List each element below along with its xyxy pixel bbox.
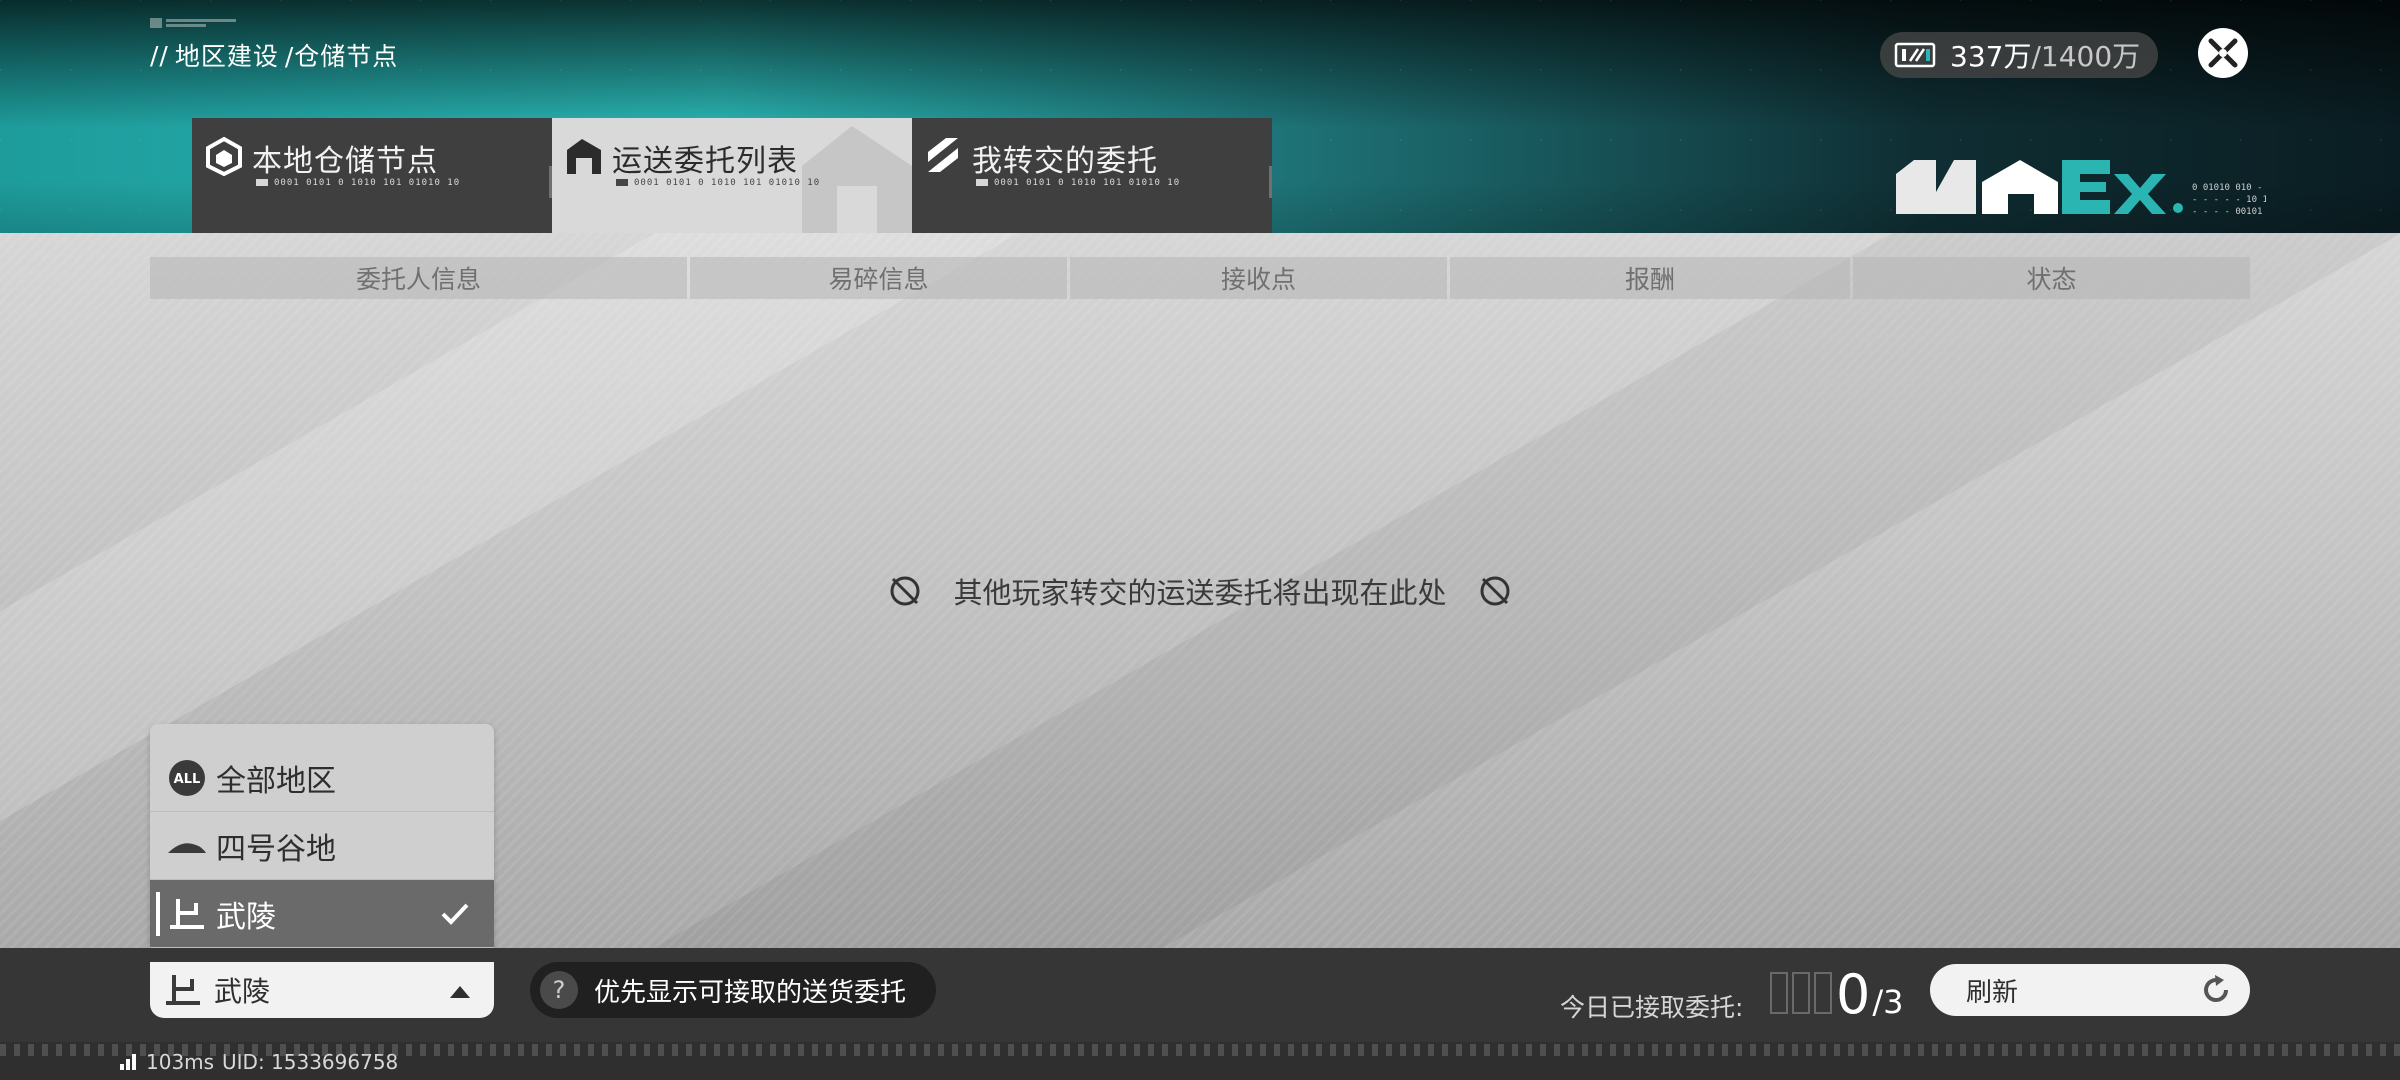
header-banner: // 地区建设 /仓储节点 337万/1400万 0 01010 010 - -… — [0, 0, 2400, 233]
valley-hill-icon — [168, 842, 206, 853]
tab-code: 0001 0101 0 1010 101 01010 10 — [976, 178, 1180, 188]
refresh-button-label: 刷新 — [1966, 977, 2019, 1008]
breadcrumb-item-region[interactable]: 地区建设 — [175, 37, 279, 73]
empty-state-message: 其他玩家转交的运送委托将出现在此处 — [953, 576, 1447, 610]
today-accepted-label: 今日已接取委托: — [1560, 993, 1744, 1022]
today-accepted-limit: /3 — [1872, 983, 1904, 1021]
tab-label: 我转交的委托 — [972, 144, 1158, 179]
tab-my-transfers[interactable]: 我转交的委托 0001 0101 0 1010 101 01010 10 — [912, 118, 1272, 233]
column-header-reward: 报酬 — [1450, 257, 1850, 299]
today-accepted-count: 0 — [1836, 963, 1871, 1026]
column-header-receiver: 接收点 — [1070, 257, 1447, 299]
region-option-label: 全部地区 — [216, 763, 336, 799]
region-dropdown-toggle[interactable]: 武陵 — [150, 962, 494, 1018]
column-header-client: 委托人信息 — [150, 257, 687, 299]
svg-text:0 01010 010 - - - - -: 0 01010 010 - - - - - — [2192, 183, 2266, 193]
brand-logo-icon: 0 01010 010 - - - - - - - - - - 10 10 01… — [1896, 160, 2266, 217]
small-brand-mark-icon — [150, 18, 236, 28]
region-option-all[interactable]: ALL 全部地区 — [150, 744, 494, 812]
currency-card-icon — [1894, 42, 1936, 68]
wuling-pagoda-icon — [170, 898, 204, 929]
signal-bars-icon — [120, 1054, 136, 1070]
tab-bar: 本地仓储节点 0001 0101 0 1010 101 01010 10 运送委… — [192, 118, 1272, 233]
currency-display: 337万/1400万 — [1880, 32, 2158, 78]
refresh-button[interactable]: 刷新 — [1930, 964, 2250, 1016]
breadcrumb-item-storage: /仓储节点 — [284, 42, 399, 71]
wuling-pagoda-icon — [166, 975, 200, 1005]
checkmark-icon — [441, 903, 469, 925]
tab-code: 0001 0101 0 1010 101 01010 10 — [616, 178, 820, 188]
all-regions-icon: ALL — [169, 759, 205, 796]
svg-text:- - - - - 10 10 01010100: - - - - - 10 10 01010100 — [2192, 195, 2266, 205]
svg-text:- - - - 00101 - - 20100: - - - - 00101 - - 20100 — [2192, 207, 2266, 217]
region-dropdown-value: 武陵 — [214, 975, 271, 1008]
no-content-icon — [890, 576, 920, 606]
priority-display-toggle[interactable]: ? 优先显示可接取的送货委托 — [530, 962, 936, 1018]
breadcrumb: // 地区建设 /仓储节点 — [150, 38, 398, 72]
breadcrumb-prefix: // — [150, 40, 169, 70]
tab-delivery-list[interactable]: 运送委托列表 0001 0101 0 1010 101 01010 10 — [552, 118, 912, 233]
region-option-valley-four[interactable]: 四号谷地 — [150, 812, 494, 880]
transfer-stripes-icon — [928, 138, 958, 172]
currency-current: 337万 — [1950, 40, 2032, 73]
tab-label: 本地仓储节点 — [252, 144, 438, 179]
column-header-status: 状态 — [1853, 257, 2250, 299]
column-header-fragile: 易碎信息 — [690, 257, 1067, 299]
warehouse-cube-icon — [206, 136, 242, 176]
region-option-label: 武陵 — [216, 899, 276, 935]
refresh-icon — [2204, 975, 2229, 1003]
currency-max: /1400万 — [2031, 40, 2141, 73]
counter-placeholder-digits — [1770, 972, 1832, 1014]
table-header: 委托人信息 易碎信息 接收点 报酬 状态 — [150, 257, 2250, 299]
svg-text:ALL: ALL — [174, 772, 201, 787]
priority-toggle-label: 优先显示可接取的送货委托 — [594, 977, 907, 1008]
region-option-label: 四号谷地 — [216, 831, 336, 867]
close-icon — [2208, 38, 2238, 68]
today-accepted-counter: 0 /3 — [1770, 962, 1904, 1022]
region-dropdown-list: ALL 全部地区 四号谷地 武陵 — [150, 724, 494, 950]
tab-label: 运送委托列表 — [612, 144, 798, 179]
no-content-icon — [1480, 576, 1509, 606]
help-question-icon: ? — [540, 971, 578, 1009]
caret-up-icon — [450, 986, 470, 998]
close-button[interactable] — [2198, 28, 2248, 78]
region-option-wuling[interactable]: 武陵 — [150, 880, 494, 948]
delivery-house-icon — [567, 139, 601, 174]
empty-state: 其他玩家转交的运送委托将出现在此处 — [0, 571, 2400, 611]
tab-local-storage[interactable]: 本地仓储节点 0001 0101 0 1010 101 01010 10 — [192, 118, 552, 233]
tab-code: 0001 0101 0 1010 101 01010 10 — [256, 178, 460, 188]
